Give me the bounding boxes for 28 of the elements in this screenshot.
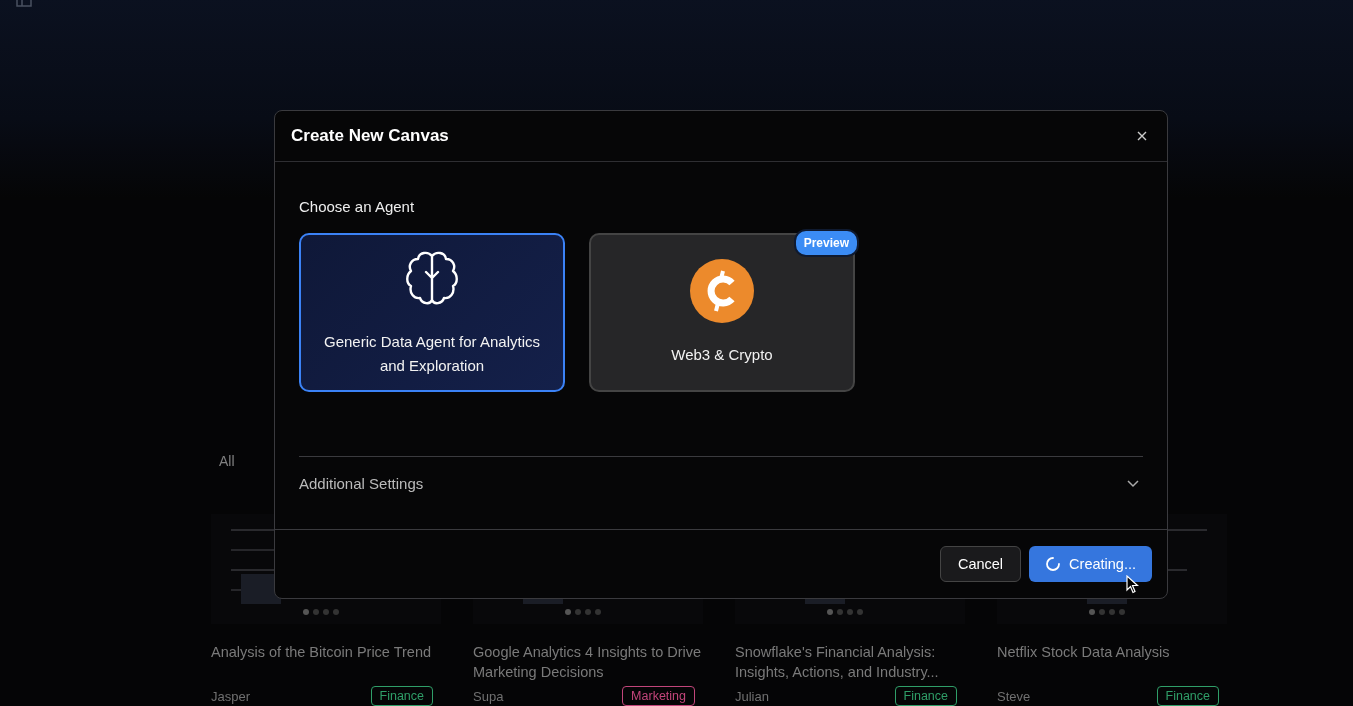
create-button[interactable]: Creating... xyxy=(1029,546,1152,582)
agent-name: Web3 & Crypto xyxy=(670,344,774,365)
coin-icon xyxy=(690,258,754,323)
category-tag: Finance xyxy=(1156,686,1219,706)
category-tag: Finance xyxy=(370,686,433,706)
cursor-icon xyxy=(1126,575,1139,594)
agent-card[interactable]: Generic Data Agent for Analytics and Exploration xyxy=(299,233,565,392)
agent-name: Generic Data Agent for Analytics and Exploration xyxy=(323,331,541,376)
sidebar-toggle-icon[interactable] xyxy=(16,0,32,8)
dialog-title: Create New Canvas xyxy=(291,126,449,146)
preview-badge: Preview xyxy=(793,229,859,257)
category-tag: Finance xyxy=(894,686,957,706)
additional-settings-toggle[interactable]: Additional Settings xyxy=(299,456,1143,510)
spinner-icon xyxy=(1045,556,1062,572)
card-title[interactable]: Snowflake's Financial Analysis: Insights, Actions, and Industry... xyxy=(735,642,965,682)
card-title[interactable]: Netflix Stock Data Analysis xyxy=(997,642,1227,682)
cancel-button[interactable]: Cancel xyxy=(939,546,1022,582)
filter-tab[interactable]: All xyxy=(219,453,235,469)
author-name: Jasper xyxy=(211,688,251,704)
card-title[interactable]: Analysis of the Bitcoin Price Trend xyxy=(211,642,441,682)
author-name: Julian xyxy=(735,688,769,704)
section-label: Choose an Agent xyxy=(299,198,416,215)
category-tag: Marketing xyxy=(622,686,695,706)
author-name: Supa xyxy=(473,688,504,704)
close-icon xyxy=(1137,131,1147,141)
chevron-down-icon xyxy=(1127,479,1139,488)
author-name: Steve xyxy=(997,688,1031,704)
card-title[interactable]: Google Analytics 4 Insights to Drive Marketing Decisions xyxy=(473,642,703,682)
